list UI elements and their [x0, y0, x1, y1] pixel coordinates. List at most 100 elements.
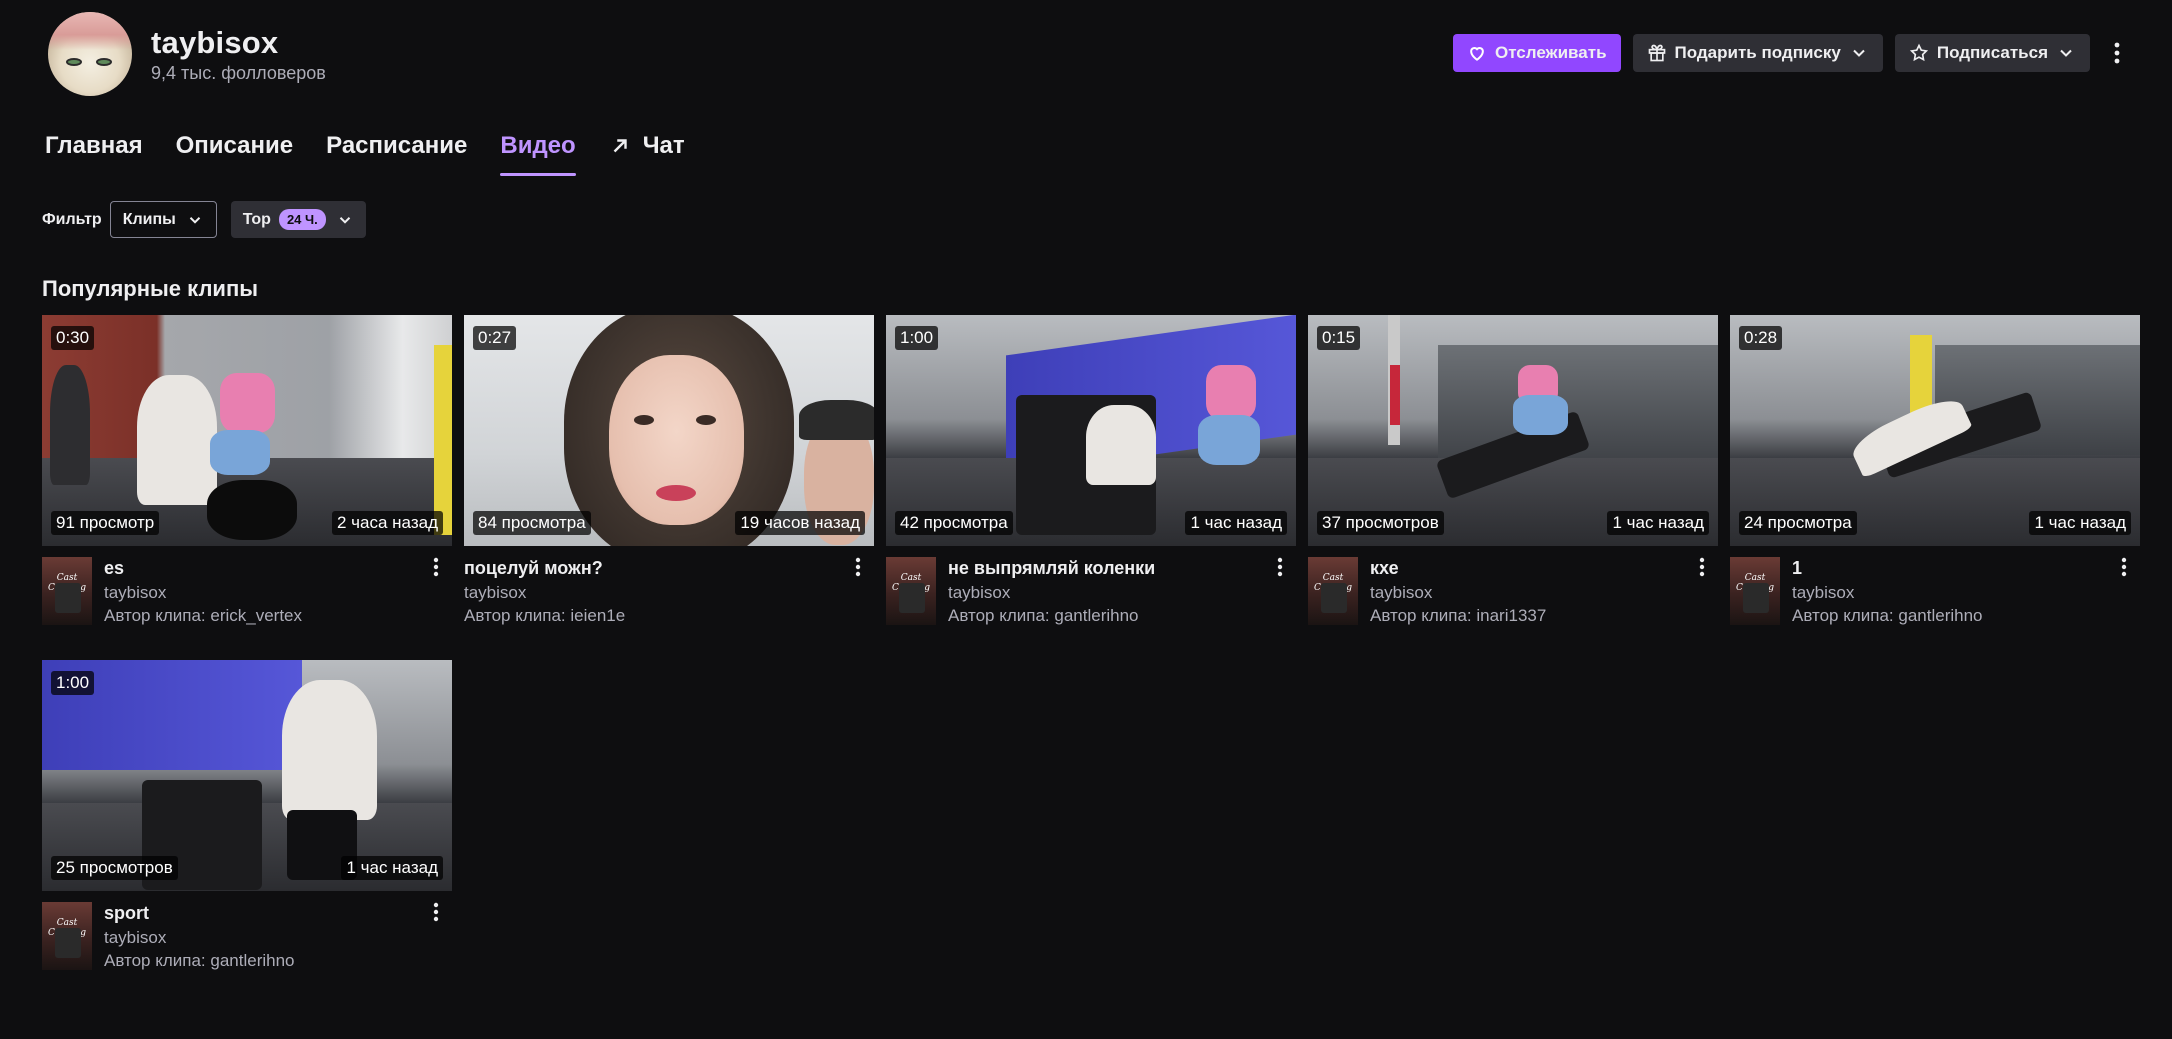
gift-subscription-button[interactable]: Подарить подписку: [1632, 34, 1883, 72]
channel-avatar-small[interactable]: Cast Crafting: [1730, 557, 1780, 625]
clip-duration: 0:28: [1739, 326, 1783, 350]
channel-tabs: Главная Описание Расписание Видео Чат: [45, 132, 718, 176]
clip-age: 1 час назад: [341, 856, 443, 880]
content-type-select[interactable]: Клипы: [109, 201, 217, 238]
clip-menu-button[interactable]: [426, 557, 446, 581]
clip-menu-button[interactable]: [426, 902, 446, 926]
chevron-down-icon: [1853, 49, 1865, 57]
kebab-menu-icon: [1277, 557, 1283, 577]
channel-avatar-small[interactable]: Cast Crafting: [42, 902, 92, 970]
tab-home[interactable]: Главная: [45, 132, 143, 176]
clip-duration: 1:00: [895, 326, 939, 350]
clip-views: 37 просмотров: [1317, 511, 1444, 535]
tab-chat-label: Чат: [642, 132, 685, 159]
tab-schedule[interactable]: Расписание: [326, 132, 467, 176]
tab-about[interactable]: Описание: [176, 132, 294, 176]
clip-channel[interactable]: taybisox: [464, 583, 874, 603]
kebab-menu-icon: [433, 902, 439, 922]
clip-title[interactable]: sport: [104, 902, 452, 924]
clip-author[interactable]: Автор клипа: gantlerihno: [948, 606, 1296, 626]
section-title: Популярные клипы: [42, 276, 259, 301]
clip-views: 84 просмотра: [473, 511, 591, 535]
sort-period-select[interactable]: Top 24 Ч.: [230, 201, 366, 238]
clip-channel[interactable]: taybisox: [1792, 583, 2140, 603]
clip-age: 1 час назад: [1607, 511, 1709, 535]
follow-button[interactable]: Отслеживать: [1452, 34, 1621, 72]
subscribe-label: Подписаться: [1936, 43, 2048, 62]
channel-info: taybisox 9,4 тыс. фолловеров: [151, 25, 326, 84]
external-arrow-icon: [613, 139, 627, 153]
clip-title[interactable]: поцелуй можн?: [464, 557, 874, 579]
clip-age: 19 часов назад: [735, 511, 865, 535]
follow-label: Отслеживать: [1494, 43, 1607, 62]
subscribe-button[interactable]: Подписаться: [1894, 34, 2090, 72]
filter-label: Фильтр: [42, 210, 102, 228]
clip-author[interactable]: Автор клипа: inari1337: [1370, 606, 1718, 626]
clip-thumbnail[interactable]: 1:00 25 просмотров 1 час назад: [42, 660, 452, 891]
clip-age: 1 час назад: [1185, 511, 1287, 535]
clip-thumbnail[interactable]: 0:15 37 просмотров 1 час назад: [1308, 315, 1718, 546]
clip-title[interactable]: 1: [1792, 557, 2140, 579]
channel-avatar[interactable]: [48, 12, 132, 96]
follower-count: 9,4 тыс. фолловеров: [151, 62, 326, 83]
channel-avatar-small[interactable]: Cast Crafting: [1308, 557, 1358, 625]
clip-channel[interactable]: taybisox: [104, 583, 452, 603]
clip-author[interactable]: Автор клипа: gantlerihno: [104, 951, 452, 971]
filter-bar: Фильтр Клипы Top 24 Ч.: [42, 201, 366, 238]
chevron-down-icon: [189, 216, 200, 224]
more-options-button[interactable]: [2102, 34, 2132, 72]
kebab-menu-icon: [2114, 42, 2120, 64]
clip-thumbnail[interactable]: 0:28 24 просмотра 1 час назад: [1730, 315, 2140, 546]
gift-icon: [1648, 44, 1665, 62]
clip-age: 2 часа назад: [332, 511, 443, 535]
channel-avatar-small[interactable]: Cast Crafting: [886, 557, 936, 625]
clip-menu-button[interactable]: [1692, 557, 1712, 581]
content-type-value: Клипы: [122, 210, 176, 228]
tab-videos[interactable]: Видео: [500, 132, 577, 176]
clip-author[interactable]: Автор клипа: ieien1e: [464, 606, 874, 626]
clip-channel[interactable]: taybisox: [948, 583, 1296, 603]
clip-channel[interactable]: taybisox: [1370, 583, 1718, 603]
clip-channel[interactable]: taybisox: [104, 928, 452, 948]
clip-card: 1:00 25 просмотров 1 час назад Cast Craf…: [42, 660, 452, 971]
heart-icon: [1470, 47, 1484, 61]
clip-duration: 0:30: [51, 326, 95, 350]
kebab-menu-icon: [855, 557, 861, 577]
kebab-menu-icon: [1699, 557, 1705, 577]
clip-menu-button[interactable]: [2114, 557, 2134, 581]
channel-actions: Отслеживать Подарить подписку Подписатьс…: [1452, 34, 2132, 72]
clip-card: 0:27 84 просмотра 19 часов назад поцелуй…: [464, 315, 874, 626]
clip-title[interactable]: не выпрямляй коленки: [948, 557, 1296, 579]
clip-author[interactable]: Автор клипа: erick_vertex: [104, 606, 452, 626]
channel-avatar-small[interactable]: Cast Crafting: [42, 557, 92, 625]
clip-views: 91 просмотр: [51, 511, 160, 535]
star-icon: [1909, 43, 1928, 62]
clip-thumbnail[interactable]: 0:27 84 просмотра 19 часов назад: [464, 315, 874, 546]
clip-author[interactable]: Автор клипа: gantlerihno: [1792, 606, 2140, 626]
clip-card: 0:30 91 просмотр 2 часа назад Cast Craft…: [42, 315, 452, 626]
clip-thumbnail[interactable]: 0:30 91 просмотр 2 часа назад: [42, 315, 452, 546]
clip-title[interactable]: es: [104, 557, 452, 579]
clip-views: 24 просмотра: [1739, 511, 1857, 535]
sort-value: Top: [242, 210, 271, 228]
clip-menu-button[interactable]: [848, 557, 868, 581]
tab-chat[interactable]: Чат: [609, 132, 685, 176]
channel-header: taybisox 9,4 тыс. фолловеров Отслеживать…: [48, 12, 2132, 96]
chevron-down-icon: [2060, 49, 2072, 57]
clip-title[interactable]: кхе: [1370, 557, 1718, 579]
gift-label: Подарить подписку: [1674, 43, 1841, 62]
clip-card: 1:00 42 просмотра 1 час назад Cast Craft…: [886, 315, 1296, 626]
clip-duration: 0:15: [1317, 326, 1361, 350]
chevron-down-icon: [339, 216, 350, 224]
clip-views: 25 просмотров: [51, 856, 178, 880]
period-pill: 24 Ч.: [278, 209, 326, 230]
clip-card: 0:15 37 просмотров 1 час назад Cast Craf…: [1308, 315, 1718, 626]
clip-views: 42 просмотра: [895, 511, 1013, 535]
kebab-menu-icon: [2121, 557, 2127, 577]
clip-menu-button[interactable]: [1270, 557, 1290, 581]
channel-name[interactable]: taybisox: [151, 25, 326, 61]
clip-card: 0:28 24 просмотра 1 час назад Cast Craft…: [1730, 315, 2140, 626]
kebab-menu-icon: [433, 557, 439, 577]
clip-duration: 0:27: [473, 326, 517, 350]
clip-thumbnail[interactable]: 1:00 42 просмотра 1 час назад: [886, 315, 1296, 546]
